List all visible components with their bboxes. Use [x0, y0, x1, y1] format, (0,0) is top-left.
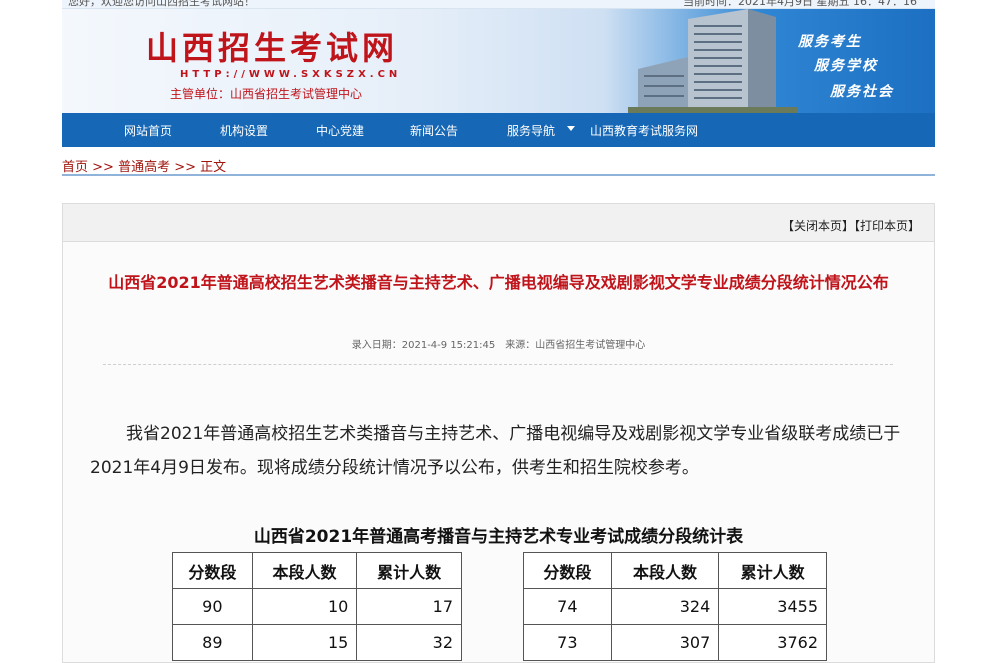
table-row: 89 15 32	[172, 624, 462, 661]
cell-score: 73	[523, 624, 612, 661]
breadcrumb-section[interactable]: 普通高考	[118, 160, 170, 175]
score-table-right: 分数段 本段人数 累计人数 74 324 3455 73 307 3762	[523, 552, 827, 661]
cell-cumulative: 17	[356, 588, 462, 625]
breadcrumb: 首页 >> 普通高考 >> 正文	[62, 156, 935, 176]
article-title: 山西省2021年普通高校招生艺术类播音与主持艺术、广播电视编导及戏剧影视文学专业…	[108, 273, 889, 292]
slogan-2: 服务学校	[814, 58, 878, 74]
article-panel: 【关闭本页】【打印本页】 山西省2021年普通高校招生艺术类播音与主持艺术、广播…	[62, 203, 935, 663]
nav-item-home[interactable]: 网站首页	[124, 122, 172, 139]
divider	[103, 364, 893, 365]
site-banner: 山西招生考试网 HTTP://WWW.SXKSZX.CN 主管单位：山西省招生考…	[62, 9, 935, 113]
score-table-left: 分数段 本段人数 累计人数 90 10 17 89 15 32	[172, 552, 462, 661]
slogan-3: 服务社会	[830, 84, 894, 100]
cell-cumulative: 32	[356, 624, 462, 661]
print-page-link[interactable]: 【打印本页】	[854, 219, 920, 233]
breadcrumb-sep: >>	[88, 160, 119, 175]
nav-item-service-nav[interactable]: 服务导航	[507, 122, 555, 139]
cell-count: 10	[251, 588, 358, 625]
welcome-text: 您好，欢迎您访问山西招生考试网站！	[68, 0, 255, 8]
col-header-score: 分数段	[172, 552, 253, 589]
nav-item-organization[interactable]: 机构设置	[220, 122, 268, 139]
close-page-link[interactable]: 【关闭本页】	[782, 219, 854, 233]
cell-cumulative: 3455	[718, 588, 827, 625]
col-header-cumulative: 累计人数	[356, 552, 462, 589]
site-title: 山西招生考试网	[146, 29, 399, 67]
nav-item-exam-service[interactable]: 山西教育考试服务网	[590, 122, 698, 139]
cell-score: 89	[172, 624, 253, 661]
breadcrumb-sep: >>	[170, 160, 201, 175]
col-header-count: 本段人数	[610, 552, 720, 589]
table-row: 90 10 17	[172, 588, 462, 625]
cell-score: 74	[523, 588, 612, 625]
col-header-score: 分数段	[523, 552, 612, 589]
cell-count: 324	[610, 588, 720, 625]
breadcrumb-home[interactable]: 首页	[62, 160, 88, 175]
building-image	[628, 9, 798, 113]
cell-count: 15	[251, 624, 358, 661]
cell-cumulative: 3762	[718, 624, 827, 661]
article-meta: 录入日期：2021-4-9 15:21:45 来源：山西省招生考试管理中心	[351, 340, 646, 351]
current-time-text: 当前时间：2021年4月9日 星期五 16：47：16	[683, 0, 917, 8]
site-url: HTTP://WWW.SXKSZX.CN	[180, 69, 402, 80]
sponsor-text: 主管单位：山西省招生考试管理中心	[170, 87, 363, 101]
col-header-count: 本段人数	[251, 552, 358, 589]
slogan-1: 服务考生	[798, 34, 862, 50]
table-row: 73 307 3762	[523, 624, 827, 661]
table-header-row: 分数段 本段人数 累计人数	[523, 552, 827, 589]
table-header-row: 分数段 本段人数 累计人数	[172, 552, 462, 589]
table-title: 山西省2021年普通高考播音与主持艺术专业考试成绩分段统计表	[253, 527, 744, 547]
table-row: 74 324 3455	[523, 588, 827, 625]
col-header-cumulative: 累计人数	[718, 552, 827, 589]
main-nav: 网站首页 机构设置 中心党建 新闻公告 服务导航 山西教育考试服务网	[62, 113, 935, 147]
article-toolbar: 【关闭本页】【打印本页】	[63, 204, 934, 242]
article-body: 我省2021年普通高校招生艺术类播音与主持艺术、广播电视编导及戏剧影视文学专业省…	[90, 424, 901, 478]
cell-score: 90	[172, 588, 253, 625]
chevron-down-icon[interactable]	[567, 126, 575, 131]
nav-item-party[interactable]: 中心党建	[316, 122, 364, 139]
breadcrumb-current: 正文	[200, 160, 227, 175]
top-info-strip: 您好，欢迎您访问山西招生考试网站！ 当前时间：2021年4月9日 星期五 16：…	[62, 0, 935, 9]
cell-count: 307	[610, 624, 720, 661]
nav-item-news[interactable]: 新闻公告	[410, 122, 458, 139]
